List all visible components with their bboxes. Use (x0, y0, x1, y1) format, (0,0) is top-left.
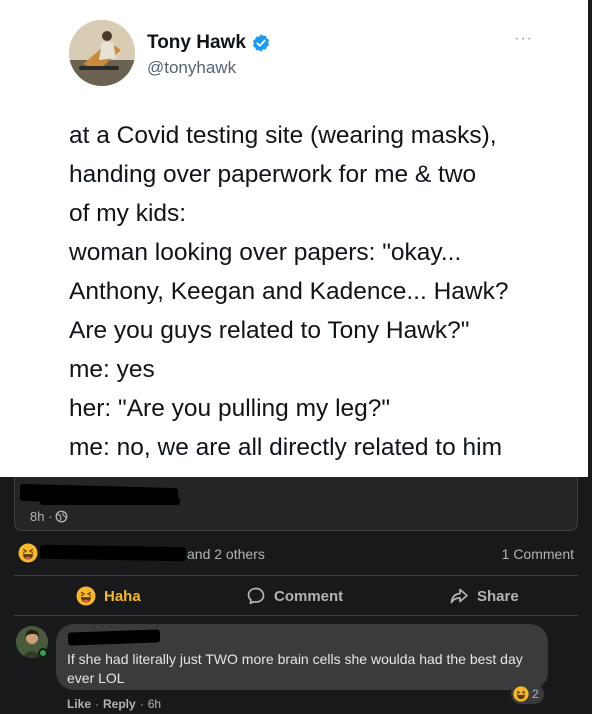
redacted-commenter-name (67, 629, 161, 646)
tweet-author-handle[interactable]: @tonyhawk (147, 58, 236, 78)
tweet-line: handing over paperwork for me & two (69, 161, 477, 188)
comment-button[interactable]: Comment (246, 577, 343, 615)
post-timestamp[interactable]: 8h · (30, 509, 68, 524)
comment-label: Comment (274, 587, 344, 605)
haha-emoji-icon (18, 543, 38, 563)
comment-actions: Like · Reply · 6h (67, 697, 161, 711)
share-label: Share (477, 587, 519, 605)
reactions-summary[interactable]: and 2 others 1 Comment (0, 540, 592, 568)
tweet-line: me: no, we are all directly related to h… (69, 434, 503, 461)
comment-text: If she had literally just TWO more brain… (67, 651, 523, 686)
tweet-line: Anthony, Keegan and Kadence... Hawk? (69, 278, 509, 305)
haha-emoji-icon (513, 686, 529, 702)
divider (14, 575, 578, 576)
separator: · (139, 697, 144, 711)
comment-reaction-badge[interactable]: 2 (511, 684, 544, 704)
comment-count[interactable]: 1 Comment (502, 546, 574, 562)
share-icon (450, 588, 468, 604)
comment-bubble: If she had literally just TWO more brain… (56, 624, 548, 690)
tweet-line: at a Covid testing site (wearing masks), (69, 122, 497, 149)
separator: · (95, 697, 100, 711)
redacted-poster-name (40, 497, 180, 505)
divider (14, 615, 578, 616)
verified-badge-icon (252, 34, 269, 52)
tweet-line: woman looking over papers: "okay... (69, 239, 462, 266)
redacted-reactor-names (39, 544, 187, 562)
haha-reaction-button[interactable]: Haha (76, 577, 141, 615)
comment-like-link[interactable]: Like (67, 697, 91, 711)
share-button[interactable]: Share (449, 577, 519, 615)
haha-label: Haha (104, 587, 141, 605)
comment-icon (247, 587, 265, 605)
post-time-text: 8h · (30, 509, 53, 524)
comment-reply-link[interactable]: Reply (103, 697, 136, 711)
tweet-screenshot: Tony Hawk @tonyhawk ··· at a Covid testi… (0, 0, 588, 477)
author-name-text: Tony Hawk (147, 32, 246, 53)
comment-reaction-count: 2 (532, 687, 539, 701)
reactions-others-text[interactable]: and 2 others (187, 546, 265, 562)
globe-icon (55, 510, 68, 523)
tweet-author-name[interactable]: Tony Hawk (147, 32, 271, 54)
haha-emoji-icon (76, 586, 96, 606)
tweet-line: me: yes (69, 356, 155, 383)
comment-age[interactable]: 6h (148, 697, 161, 711)
tweet-more-options-icon[interactable]: ··· (514, 30, 533, 48)
tweet-line: of my kids: (69, 200, 187, 227)
tweet-text: at a Covid testing site (wearing masks),… (69, 116, 579, 467)
online-status-indicator (38, 648, 48, 658)
tweet-line: Are you guys related to Tony Hawk?" (69, 317, 470, 344)
post-action-bar: Haha Comment Share (14, 577, 578, 615)
tweet-author-avatar (69, 20, 135, 86)
tweet-line: her: "Are you pulling my leg?" (69, 395, 391, 422)
